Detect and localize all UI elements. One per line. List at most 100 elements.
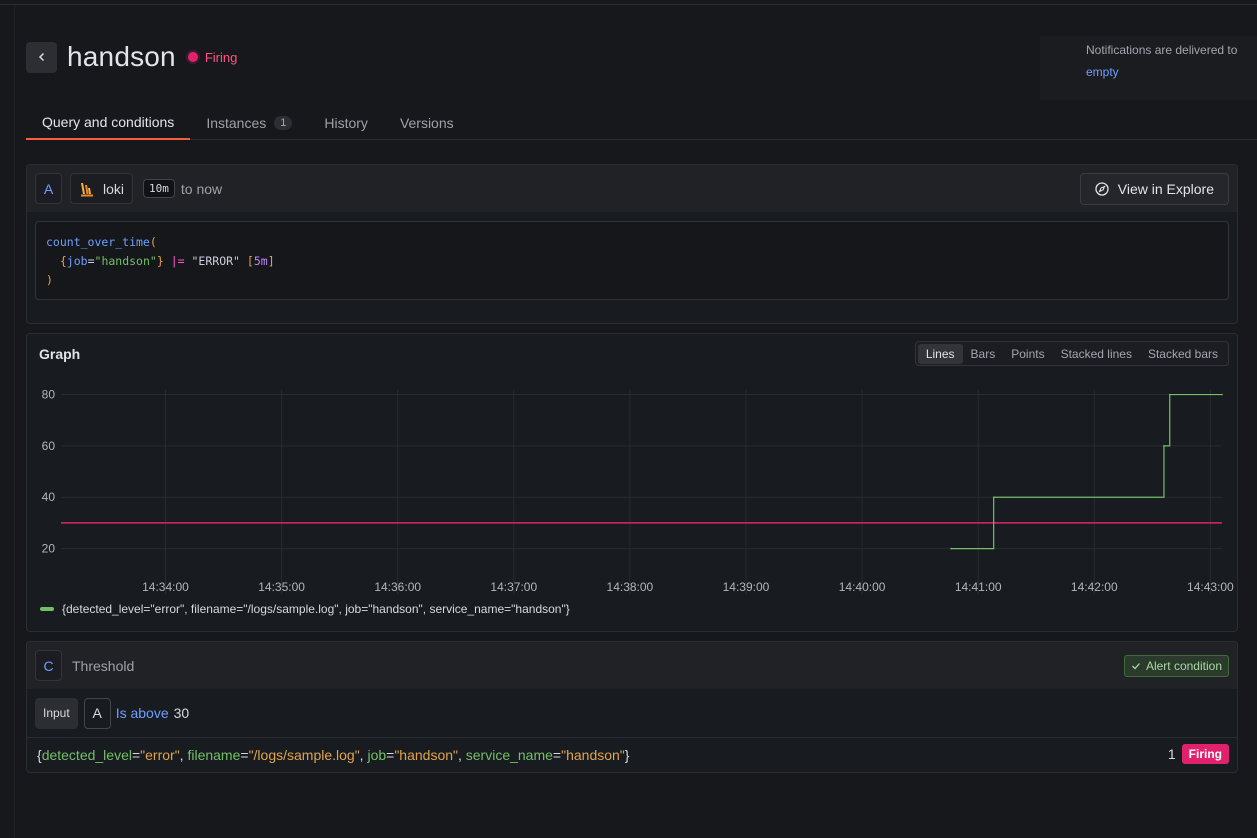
label-key: detected_level bbox=[41, 746, 132, 763]
view-in-explore-button[interactable]: View in Explore bbox=[1079, 173, 1229, 205]
series-point bbox=[992, 496, 995, 499]
rule-tabs: Query and conditions Instances 1 History… bbox=[26, 106, 1257, 140]
code-bracket: ] bbox=[267, 254, 275, 268]
alert-condition-label: Alert condition bbox=[1145, 659, 1222, 673]
label-key: filename bbox=[187, 746, 241, 763]
code-label-key: job bbox=[66, 254, 88, 268]
viz-points[interactable]: Points bbox=[1003, 344, 1052, 364]
result-count: 1 bbox=[1167, 746, 1176, 762]
notifications-info: Notifications are delivered to empty bbox=[1040, 36, 1257, 100]
series-point bbox=[1163, 445, 1165, 447]
y-tick-label: 60 bbox=[42, 439, 56, 453]
alert-condition-badge: Alert condition bbox=[1123, 655, 1229, 677]
code-paren-open: ( bbox=[149, 235, 157, 249]
chevron-left-icon bbox=[38, 52, 44, 62]
datasource-name: loki bbox=[103, 180, 125, 197]
legend-label: {detected_level="error", filename="/logs… bbox=[62, 602, 570, 616]
threshold-value[interactable]: 30 bbox=[174, 705, 190, 721]
tab-label: History bbox=[324, 114, 368, 131]
viz-stacked-bars[interactable]: Stacked bars bbox=[1140, 344, 1226, 364]
code-bracket: [ bbox=[246, 254, 254, 268]
threshold-result-row: {detected_level="error", filename="/logs… bbox=[27, 737, 1237, 771]
rule-header: handson Firing bbox=[26, 41, 237, 73]
tab-label: Query and conditions bbox=[42, 114, 175, 130]
condition-select[interactable]: Is above bbox=[116, 705, 169, 721]
graph-panel: Graph Lines Bars Points Stacked lines St… bbox=[26, 333, 1238, 632]
datasource-picker[interactable]: loki bbox=[70, 173, 134, 204]
rule-title: handson bbox=[67, 41, 176, 72]
visualization-switcher: Lines Bars Points Stacked lines Stacked … bbox=[914, 341, 1229, 366]
time-series-chart[interactable]: 20 40 60 80 14:34:00 14:35:00 14:36:00 14:37:00… bbox=[27, 374, 1237, 599]
code-filter: "ERROR" bbox=[191, 254, 240, 268]
input-ref-select[interactable]: A bbox=[83, 697, 111, 729]
code-brace: { bbox=[59, 254, 67, 268]
instances-count-badge: 1 bbox=[274, 115, 293, 130]
tab-versions[interactable]: Versions bbox=[384, 106, 470, 139]
series-point bbox=[1168, 393, 1171, 396]
view-in-explore-label: View in Explore bbox=[1117, 181, 1214, 197]
label-key: service_name bbox=[465, 746, 553, 763]
code-paren-close: ) bbox=[46, 273, 53, 287]
top-divider bbox=[0, 4, 1257, 5]
tab-label: Versions bbox=[399, 114, 454, 131]
code-eq: = bbox=[87, 254, 95, 268]
label-value: "/logs/sample.log" bbox=[248, 746, 360, 763]
threshold-type-label: Threshold bbox=[72, 657, 135, 674]
firing-dot-icon bbox=[187, 52, 198, 62]
label-value: "error" bbox=[140, 746, 180, 763]
time-range-suffix: to now bbox=[180, 180, 223, 197]
firing-status-badge: Firing bbox=[1181, 744, 1229, 764]
rule-state-label: Firing bbox=[204, 49, 238, 65]
y-tick-label: 40 bbox=[42, 490, 56, 504]
input-label: Input bbox=[35, 697, 78, 729]
x-tick-label: 14:41:00 bbox=[955, 580, 1002, 594]
series-point bbox=[1221, 393, 1223, 396]
x-tick-label: 14:39:00 bbox=[723, 580, 770, 594]
x-tick-label: 14:38:00 bbox=[607, 580, 654, 594]
series-point bbox=[950, 547, 952, 550]
label-key: job bbox=[367, 746, 387, 763]
y-tick-label: 20 bbox=[42, 542, 56, 556]
label-value: "handson" bbox=[394, 746, 458, 763]
chart-legend[interactable]: {detected_level="error", filename="/logs… bbox=[40, 602, 570, 616]
x-tick-label: 14:43:00 bbox=[1187, 580, 1234, 594]
series-line bbox=[951, 393, 1222, 550]
notifications-link[interactable]: empty bbox=[1086, 65, 1119, 79]
code-window: 5m bbox=[253, 254, 268, 268]
x-tick-label: 14:40:00 bbox=[839, 580, 886, 594]
tab-instances[interactable]: Instances 1 bbox=[190, 106, 308, 139]
y-tick-label: 80 bbox=[42, 388, 56, 402]
code-function: count_over_time bbox=[46, 235, 150, 249]
legend-swatch bbox=[40, 607, 54, 611]
threshold-header: C Threshold Alert condition bbox=[27, 642, 1237, 689]
compass-icon bbox=[1095, 182, 1109, 196]
code-brace: } bbox=[156, 254, 164, 268]
query-editor[interactable]: count_over_time( {job="handson"} |= "ERR… bbox=[35, 221, 1229, 300]
viz-stacked-lines[interactable]: Stacked lines bbox=[1053, 344, 1140, 364]
result-labels: {detected_level="error", filename="/logs… bbox=[37, 746, 630, 763]
query-ref-id[interactable]: A bbox=[35, 173, 62, 204]
code-operator: |= bbox=[170, 254, 185, 268]
viz-lines[interactable]: Lines bbox=[917, 343, 963, 364]
viz-bars[interactable]: Bars bbox=[963, 344, 1004, 364]
label-value: "handson" bbox=[561, 746, 625, 763]
x-tick-label: 14:35:00 bbox=[258, 580, 305, 594]
tab-label: Instances bbox=[206, 114, 267, 131]
x-tick-label: 14:36:00 bbox=[374, 580, 421, 594]
x-tick-label: 14:37:00 bbox=[490, 580, 537, 594]
threshold-expression: Input A Is above 30 bbox=[27, 689, 1237, 737]
left-divider bbox=[14, 5, 15, 838]
tab-history[interactable]: History bbox=[308, 106, 384, 139]
threshold-ref-id[interactable]: C bbox=[35, 650, 62, 681]
back-button[interactable] bbox=[26, 41, 57, 73]
check-icon bbox=[1131, 663, 1140, 670]
tab-query-and-conditions[interactable]: Query and conditions bbox=[26, 106, 191, 140]
notifications-text: Notifications are delivered to bbox=[1086, 43, 1238, 57]
result-status: 1 Firing bbox=[1168, 744, 1229, 764]
x-tick-label: 14:34:00 bbox=[142, 580, 189, 594]
relative-time-range[interactable]: 10m bbox=[143, 179, 175, 198]
query-panel: A loki 10m to now View in Explore count_… bbox=[26, 164, 1238, 324]
threshold-panel: C Threshold Alert condition Input A Is a… bbox=[26, 641, 1238, 773]
loki-logo-icon bbox=[81, 182, 93, 196]
rule-state: Firing bbox=[187, 49, 238, 65]
